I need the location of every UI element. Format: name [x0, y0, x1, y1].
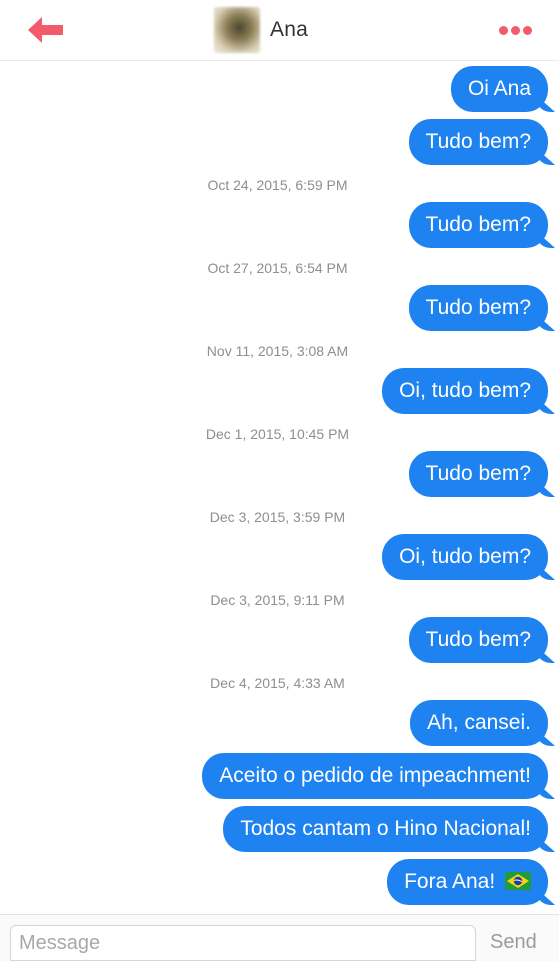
- composer-bar: Send: [0, 914, 559, 961]
- timestamp: Dec 1, 2015, 10:45 PM: [205, 426, 350, 442]
- message-bubble[interactable]: Tudo bem?: [408, 451, 548, 497]
- message-row: Todos cantam o Hino Nacional!: [0, 806, 559, 852]
- message-bubble[interactable]: Tudo bem?: [408, 617, 548, 663]
- timestamp: Dec 4, 2015, 4:33 AM: [210, 675, 345, 691]
- contact-info[interactable]: Ana: [214, 6, 308, 54]
- timestamp: Dec 3, 2015, 3:59 PM: [209, 509, 346, 525]
- more-options-button[interactable]: [493, 18, 537, 42]
- message-row: Tudo bem?: [0, 285, 559, 331]
- chat-header: Ana: [0, 0, 559, 61]
- message-input[interactable]: [10, 925, 476, 961]
- contact-name: Ana: [270, 18, 308, 41]
- message-row: Aceito o pedido de impeachment!: [0, 753, 559, 799]
- back-button[interactable]: [22, 12, 70, 48]
- message-row: Tudo bem?: [0, 119, 559, 165]
- message-row: Oi, tudo bem?: [0, 368, 559, 414]
- timestamp: Nov 11, 2015, 3:08 AM: [206, 343, 349, 359]
- message-row: Tudo bem?: [0, 617, 559, 663]
- message-text: Fora Ana!: [404, 870, 496, 893]
- message-bubble[interactable]: Fora Ana!: [387, 859, 548, 905]
- timestamp: Oct 24, 2015, 6:59 PM: [207, 177, 348, 193]
- avatar[interactable]: [214, 7, 260, 53]
- message-bubble[interactable]: Tudo bem?: [408, 119, 548, 165]
- more-dot: [510, 25, 520, 35]
- message-row: Oi Ana: [0, 66, 559, 112]
- message-bubble[interactable]: Tudo bem?: [408, 202, 548, 248]
- timestamp: Dec 3, 2015, 9:11 PM: [210, 592, 345, 608]
- arrow-left-icon: [28, 17, 63, 43]
- message-bubble[interactable]: Oi Ana: [450, 66, 548, 112]
- message-row: Fora Ana!: [0, 859, 559, 905]
- message-thread[interactable]: Oi Ana Tudo bem? Oct 24, 2015, 6:59 PM T…: [0, 66, 559, 912]
- message-bubble[interactable]: Oi, tudo bem?: [382, 368, 548, 414]
- message-row: Ah, cansei.: [0, 700, 559, 746]
- more-dot: [522, 25, 532, 35]
- message-bubble[interactable]: Oi, tudo bem?: [382, 534, 548, 580]
- message-row: Tudo bem?: [0, 202, 559, 248]
- timestamp: Oct 27, 2015, 6:54 PM: [207, 260, 348, 276]
- message-bubble[interactable]: Tudo bem?: [408, 285, 548, 331]
- more-dots-icon: [498, 25, 508, 35]
- message-bubble[interactable]: Ah, cansei.: [410, 700, 548, 746]
- brazil-flag-icon: [505, 872, 531, 890]
- message-row: Tudo bem?: [0, 451, 559, 497]
- send-button[interactable]: Send: [490, 931, 537, 954]
- message-bubble[interactable]: Aceito o pedido de impeachment!: [202, 753, 548, 799]
- message-row: Oi, tudo bem?: [0, 534, 559, 580]
- message-bubble[interactable]: Todos cantam o Hino Nacional!: [223, 806, 548, 852]
